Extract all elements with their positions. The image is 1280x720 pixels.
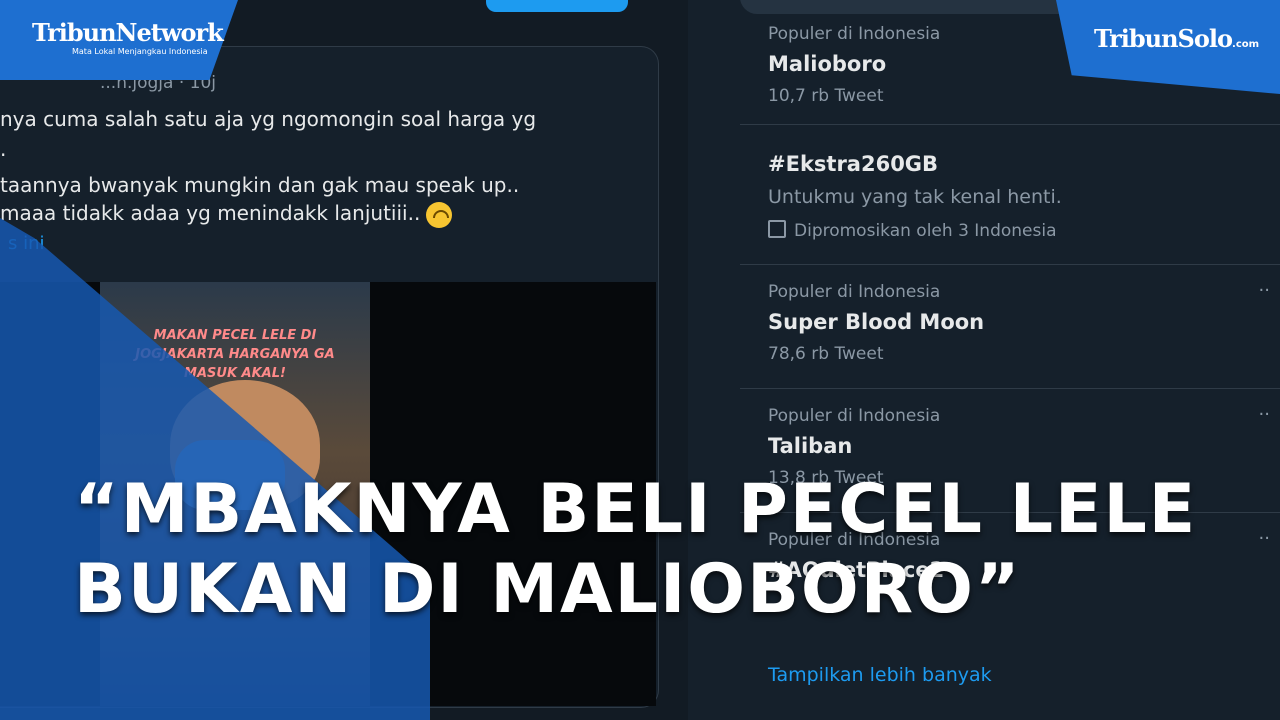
follow-button[interactable] <box>486 0 628 12</box>
headline-line-2: BUKAN DI MALIOBORO” <box>74 550 1022 629</box>
logo-brand-text: TribunSolo <box>1094 24 1233 53</box>
promoted-icon <box>768 220 786 238</box>
tweet-text-line: . <box>0 137 7 161</box>
trend-description: Untukmu yang tak kenal henti. <box>768 186 1062 208</box>
trend-name: Super Blood Moon <box>768 310 985 334</box>
promoted-label: Dipromosikan oleh 3 Indonesia <box>768 220 1057 241</box>
logo-suffix: .com <box>1232 39 1260 50</box>
trend-name: Taliban <box>768 434 853 458</box>
more-options-icon[interactable]: ·· <box>1259 528 1270 549</box>
more-options-icon[interactable]: ·· <box>1259 404 1270 425</box>
trend-name: #Ekstra260GB <box>768 152 939 176</box>
tweet-text: maaa tidakk adaa yg menindakk lanjutiii.… <box>0 201 421 225</box>
trend-item[interactable]: Populer di Indonesia Super Blood Moon 78… <box>740 264 1280 389</box>
trend-item-promoted[interactable]: #Ekstra260GB Untukmu yang tak kenal hent… <box>740 124 1280 265</box>
logo-tagline: Mata Lokal Menjangkau Indonesia <box>72 47 208 56</box>
logo-brand-text: TribunNetwork <box>32 18 224 47</box>
promoted-text: Dipromosikan oleh 3 Indonesia <box>794 221 1057 241</box>
tribunsolo-logo: TribunSolo.com <box>1094 24 1259 53</box>
trend-count: 78,6 rb Tweet <box>768 344 884 364</box>
headline-line-1: “MBAKNYA BELI PECEL LELE <box>74 470 1198 549</box>
headline-overlay: “MBAKNYA BELI PECEL LELE BUKAN DI MALIOB… <box>74 470 1197 630</box>
trend-name: Malioboro <box>768 52 887 76</box>
tribunnetwork-logo: TribunNetwork Mata Lokal Menjangkau Indo… <box>32 18 224 56</box>
upside-down-face-icon <box>426 201 453 228</box>
tweet-text-line: nya cuma salah satu aja yg ngomongin soa… <box>0 107 537 131</box>
show-more-trends-link[interactable]: Tampilkan lebih banyak <box>768 664 992 686</box>
more-options-icon[interactable]: ·· <box>1259 280 1270 301</box>
tweet-text-line: taannya bwanyak mungkin dan gak mau spea… <box>0 173 520 197</box>
trend-count: 10,7 rb Tweet <box>768 86 884 106</box>
trend-meta: Populer di Indonesia <box>768 406 941 426</box>
tweet-text-line-with-emoji: maaa tidakk adaa yg menindakk lanjutiii.… <box>0 201 453 228</box>
trend-meta: Populer di Indonesia <box>768 282 941 302</box>
trend-meta: Populer di Indonesia <box>768 24 941 44</box>
